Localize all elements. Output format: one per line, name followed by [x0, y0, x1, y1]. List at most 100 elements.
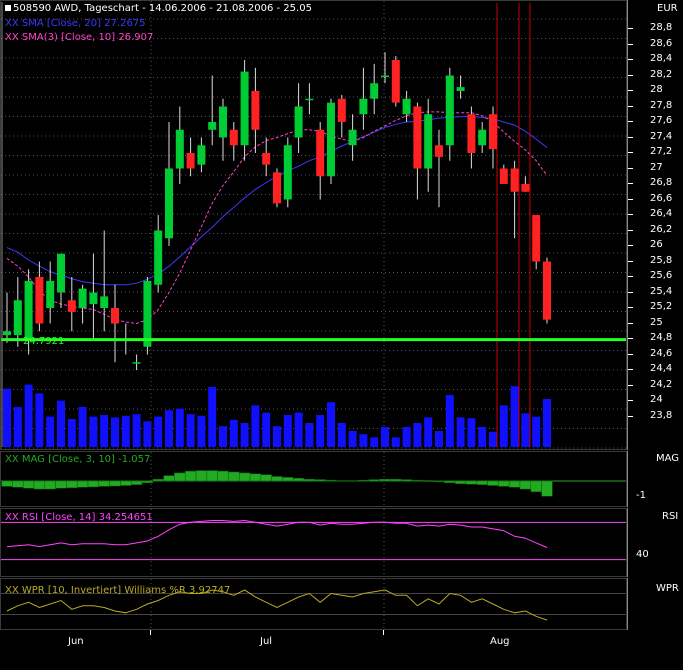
- volume-bar: [381, 427, 389, 447]
- mag-bar: [228, 471, 240, 482]
- y-tick-label: 28,4: [650, 53, 673, 64]
- volume-bar: [165, 410, 173, 447]
- mag-bar: [76, 480, 89, 488]
- candle-down: [67, 300, 76, 312]
- candle-up: [89, 292, 98, 305]
- y-tick-label: 27: [650, 161, 663, 173]
- y-tick-mark: [628, 28, 633, 29]
- mag-bar: [292, 478, 305, 482]
- mag-bar: [411, 479, 424, 482]
- price-chart: [1, 1, 626, 449]
- y-tick-label: 25: [650, 316, 663, 328]
- wpr-title: XX WPR [10, Invertiert] Williams %R 3.92…: [5, 585, 231, 596]
- rsi-line: [6, 519, 548, 548]
- volume-bar: [370, 437, 379, 447]
- mag-bar: [238, 472, 251, 482]
- candle-up: [478, 129, 487, 146]
- candle-up: [3, 331, 11, 336]
- mag-bar: [433, 480, 445, 483]
- volume-bar: [132, 414, 141, 447]
- volume-bar: [359, 434, 368, 447]
- mag-bar: [1, 480, 13, 487]
- y-tick-mark: [628, 198, 633, 200]
- y-tick-label: 26,6: [650, 192, 673, 204]
- y-tick-label: 23,8: [650, 409, 673, 421]
- mag-bar: [465, 480, 478, 485]
- candle-down: [262, 153, 271, 165]
- x-tick-aug: Aug: [490, 636, 510, 647]
- candle-up: [208, 122, 217, 130]
- mag-title: XX MAG [Close, 3, 10] -1.057: [5, 454, 151, 465]
- mag-bar: [476, 480, 488, 485]
- candle-down: [435, 145, 443, 157]
- y-tick-mark: [628, 90, 633, 91]
- candle-up: [175, 129, 184, 169]
- y-tick-label: 28,8: [650, 22, 673, 33]
- y-tick-mark: [628, 353, 633, 355]
- y-tick-label: 24,4: [650, 363, 673, 374]
- rsi-panel: XX RSI [Close, 14] 34.254651: [0, 508, 627, 577]
- volume-bar: [46, 416, 55, 447]
- volume-bar: [57, 400, 65, 447]
- y-tick-mark: [628, 291, 633, 293]
- mag-bar: [379, 478, 391, 482]
- y-tick-mark: [628, 276, 633, 277]
- rsi-title: XX RSI [Close, 14] 34.254651: [5, 512, 153, 523]
- candle-down: [337, 98, 346, 122]
- volume-bar: [67, 419, 76, 447]
- y-tick-label: 28,6: [650, 37, 673, 49]
- volume-bar: [251, 405, 260, 447]
- candle-up: [305, 98, 314, 101]
- volume-bar: [499, 405, 508, 447]
- y-tick-mark: [628, 74, 633, 76]
- volume-bar: [35, 393, 44, 447]
- candle-up: [132, 362, 141, 364]
- y-tick-mark: [628, 183, 633, 184]
- volume-bar: [543, 399, 551, 447]
- volume-bar: [391, 437, 400, 447]
- candle-down: [229, 129, 238, 146]
- y-tick-mark: [628, 245, 633, 246]
- volume-bar: [348, 431, 357, 447]
- volume-bar: [294, 412, 303, 447]
- candle-down: [251, 91, 260, 130]
- volume-bar: [510, 386, 519, 447]
- mag-bar: [120, 480, 132, 486]
- y-tick-mark: [628, 260, 633, 262]
- volume-bar: [186, 414, 195, 447]
- y-tick-label: 24,2: [650, 378, 673, 390]
- y-tick-mark: [628, 338, 633, 339]
- mag-bar: [130, 480, 143, 485]
- y-tick-label: 26,4: [650, 208, 673, 219]
- mag-bar: [33, 480, 46, 490]
- candle-down: [273, 172, 281, 204]
- indicator-sma20-label: XX SMA [Close, 20] 27.2675: [5, 18, 146, 29]
- symbol: 508590: [13, 3, 52, 14]
- volume-bar: [13, 407, 22, 447]
- y-tick-label: 25,6: [650, 270, 673, 281]
- volume-bar: [154, 416, 163, 447]
- candle-up: [219, 106, 227, 138]
- mag-bar: [141, 480, 154, 484]
- y-tick-label: 28,2: [650, 68, 673, 80]
- candle-up: [154, 230, 163, 285]
- mag-bar: [530, 480, 542, 493]
- candle-down: [543, 261, 551, 320]
- y-tick-mark: [628, 167, 633, 169]
- candle-down: [316, 129, 325, 177]
- mag-bar: [22, 480, 35, 489]
- y-tick-mark: [628, 152, 633, 153]
- mag-bar: [174, 472, 186, 482]
- candle-up: [370, 83, 379, 99]
- mag-bar: [454, 480, 467, 484]
- mag-bar: [206, 470, 218, 482]
- volume-bar: [402, 427, 411, 447]
- y-tick-mark: [628, 105, 633, 107]
- candle-up: [283, 145, 292, 200]
- mag-bar: [314, 479, 326, 482]
- y-tick-mark: [628, 369, 633, 370]
- mag-bar: [444, 480, 456, 484]
- volume-bar: [219, 426, 227, 447]
- candle-up: [46, 280, 55, 308]
- y-tick-mark: [628, 59, 633, 60]
